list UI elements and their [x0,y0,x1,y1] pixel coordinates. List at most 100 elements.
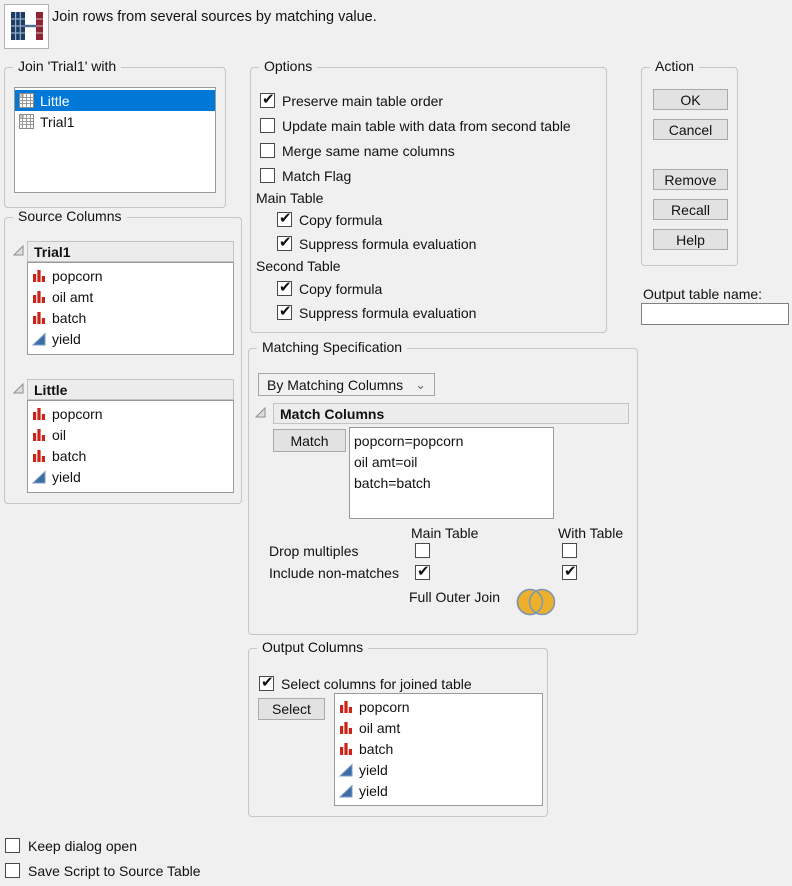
checkbox-label: Suppress formula evaluation [299,305,477,321]
column-name: yield [359,761,388,778]
column-item[interactable]: popcorn [335,696,542,717]
matching-specification-groupbox: Matching Specification By Matching Colum… [248,339,638,635]
source-columns-label: Source Columns [13,208,127,224]
trial1-columns-listbox[interactable]: popcorn oil amt batch yield [27,262,234,355]
little-columns-listbox[interactable]: popcorn oil batch yield [27,400,234,493]
match-pair-item[interactable]: oil amt=oil [350,451,553,472]
column-item[interactable]: yield [335,759,542,780]
second-copy-formula-checkbox[interactable] [277,278,292,296]
column-item[interactable]: batch [28,445,233,466]
drop-multiples-with-checkbox[interactable] [562,543,577,558]
column-item[interactable]: batch [28,307,233,328]
match-pairs-listbox[interactable]: popcorn=popcorn oil amt=oil batch=batch [349,427,554,519]
main-suppress-formula-checkbox[interactable] [277,233,292,251]
select-columns-checkbox[interactable] [259,673,274,691]
column-item[interactable]: popcorn [28,403,233,424]
include-non-matches-main-checkbox[interactable] [415,562,430,580]
column-name: batch [52,309,87,326]
select-button[interactable]: Select [258,698,325,720]
checkbox-label: Suppress formula evaluation [299,236,477,252]
match-button[interactable]: Match [273,429,346,452]
main-table-section-label: Main Table [256,190,324,206]
nominal-column-icon [339,721,353,735]
checkbox-label: Keep dialog open [28,838,137,854]
list-item-little[interactable]: Little [15,90,215,111]
nominal-column-icon [339,700,353,714]
join-type-label: Full Outer Join [409,589,501,605]
output-table-name-input[interactable] [641,303,789,325]
recall-button[interactable]: Recall [653,199,728,220]
matching-method-dropdown[interactable]: By Matching Columns ⌄ [258,373,435,396]
group-header-little[interactable]: Little [27,379,234,400]
main-copy-formula-checkbox[interactable] [277,209,292,227]
continuous-column-icon [32,469,46,484]
drop-multiples-main-checkbox[interactable] [415,543,430,558]
column-item[interactable]: batch [335,738,542,759]
chevron-down-icon: ⌄ [415,376,426,392]
output-columns-listbox[interactable]: popcorn oil amt batch yield yield [334,693,543,806]
nominal-column-icon [32,407,46,421]
match-pair-item[interactable]: popcorn=popcorn [350,430,553,451]
nominal-column-icon [32,269,46,283]
keep-dialog-open-checkbox[interactable] [5,838,20,853]
continuous-column-icon [339,762,353,777]
column-name: oil amt [359,719,401,736]
match-pair: batch=batch [354,474,431,491]
match-flag-checkbox[interactable] [260,168,275,183]
checkbox-label: Select columns for joined table [281,676,472,692]
cancel-button[interactable]: Cancel [653,119,728,140]
join-dialog: Join rows from several sources by matchi… [0,0,792,886]
group-header-trial1[interactable]: Trial1 [27,241,234,262]
ok-button[interactable]: OK [653,89,728,110]
merge-same-name-checkbox[interactable] [260,143,275,158]
include-non-matches-with-checkbox[interactable] [562,562,577,580]
column-name: oil [52,426,67,443]
column-item[interactable]: oil amt [335,717,542,738]
column-name: popcorn [359,698,410,715]
disclosure-triangle-icon[interactable] [12,382,25,395]
nominal-column-icon [32,290,46,304]
match-columns-header[interactable]: Match Columns [273,403,629,424]
column-name: yield [359,782,388,799]
dialog-description: Join rows from several sources by matchi… [52,9,377,25]
join-with-label: Join 'Trial1' with [13,58,122,74]
column-name: batch [359,740,394,757]
column-item[interactable]: yield [335,780,542,801]
output-columns-label: Output Columns [257,639,369,655]
match-pair: oil amt=oil [354,453,418,470]
column-name: popcorn [52,267,103,284]
column-item[interactable]: yield [28,466,233,487]
column-name: batch [52,447,87,464]
preserve-order-checkbox[interactable] [260,90,275,108]
column-name: yield [52,330,81,347]
disclosure-triangle-icon[interactable] [12,244,25,257]
matching-specification-label: Matching Specification [257,339,408,355]
nominal-column-icon [339,742,353,756]
match-pair-item[interactable]: batch=batch [350,472,553,493]
action-groupbox: Action OK Cancel Remove Recall Help [641,58,738,266]
checkbox-label: Save Script to Source Table [28,863,201,879]
column-name: popcorn [52,405,103,422]
column-item[interactable]: yield [28,328,233,349]
second-suppress-formula-checkbox[interactable] [277,302,292,320]
group-title: Trial1 [34,243,71,260]
venn-diagram-icon [514,587,558,622]
table-name: Trial1 [40,113,75,130]
output-table-name-label: Output table name: [643,286,763,302]
group-title: Match Columns [280,405,385,422]
help-button[interactable]: Help [653,229,728,250]
disclosure-triangle-icon[interactable] [254,406,267,419]
remove-button[interactable]: Remove [653,169,728,190]
join-with-listbox[interactable]: Little Trial1 [14,87,216,193]
column-item[interactable]: oil [28,424,233,445]
save-script-checkbox[interactable] [5,863,20,878]
update-main-table-checkbox[interactable] [260,118,275,133]
group-title: Little [34,381,68,398]
nominal-column-icon [32,449,46,463]
column-name: oil amt [52,288,94,305]
list-item-trial1[interactable]: Trial1 [15,111,215,132]
column-item[interactable]: oil amt [28,286,233,307]
table-name: Little [40,92,70,109]
checkbox-label: Update main table with data from second … [282,118,571,134]
column-item[interactable]: popcorn [28,265,233,286]
